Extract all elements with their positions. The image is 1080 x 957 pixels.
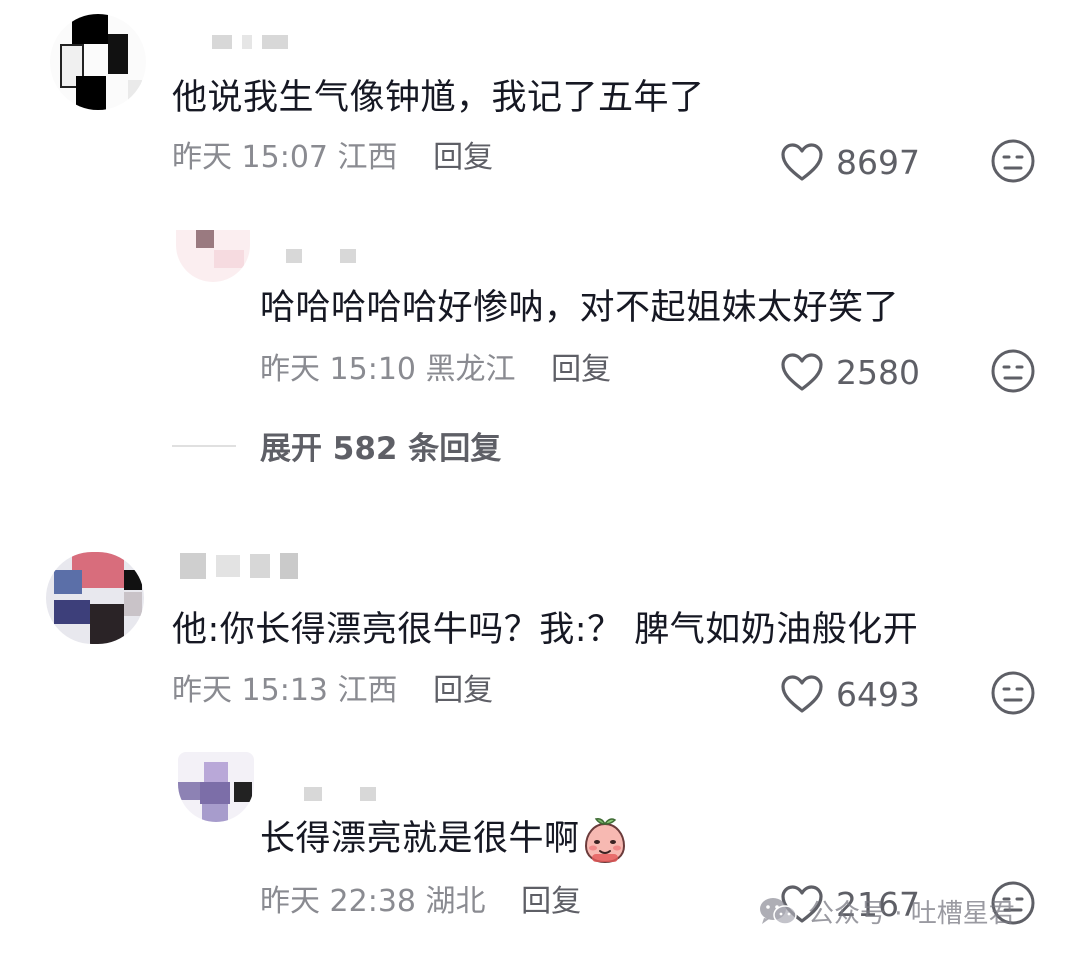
neutral-face-icon[interactable] [990, 348, 1036, 394]
wechat-icon [760, 897, 797, 925]
comment-time: 昨天 15:13 [172, 673, 328, 708]
comment-meta: 昨天 15:07 江西 回复 [172, 138, 493, 178]
like-count: 8697 [836, 142, 920, 182]
reply-button[interactable]: 回复 [433, 140, 493, 175]
expand-replies[interactable]: 展开 582 条回复 [172, 423, 501, 468]
like-count: 2580 [836, 352, 920, 392]
reply-button[interactable]: 回复 [551, 352, 611, 387]
expand-replies-label: 展开 582 条回复 [260, 431, 502, 467]
comment-text: 他:你长得漂亮很牛吗？我:？ 脾气如奶油般化开 [172, 610, 919, 650]
divider [172, 444, 236, 447]
avatar[interactable] [178, 752, 254, 822]
peach-sticker-icon [584, 818, 625, 864]
comment-meta: 昨天 15:13 江西 回复 [172, 671, 493, 711]
username-blurred[interactable] [304, 786, 376, 802]
heart-outline-icon [781, 353, 823, 391]
reply-button[interactable]: 回复 [433, 673, 493, 708]
heart-outline-icon [781, 675, 823, 713]
avatar[interactable] [176, 230, 250, 282]
comment-location: 江西 [337, 140, 398, 175]
reply-text: 哈哈哈哈哈好惨呐，对不起姐妹太好笑了 [260, 288, 900, 328]
heart-outline-icon [781, 143, 823, 181]
reply-button[interactable]: 回复 [521, 884, 581, 919]
reply-location: 湖北 [425, 884, 486, 919]
neutral-face-icon[interactable] [990, 670, 1036, 716]
reply-text: 长得漂亮就是很牛啊 [260, 816, 628, 864]
like-button[interactable]: 8697 [780, 140, 920, 184]
reply-location: 黑龙江 [425, 352, 516, 387]
username-blurred[interactable] [212, 34, 288, 50]
comment-location: 江西 [337, 673, 398, 708]
like-count: 6493 [836, 674, 920, 714]
reply-time: 昨天 22:38 [260, 884, 416, 919]
watermark-text: 公众号 · 吐槽星君 [808, 899, 1015, 929]
avatar[interactable] [46, 552, 144, 644]
username-blurred[interactable] [286, 248, 356, 264]
reply-text-content: 长得漂亮就是很牛啊 [260, 819, 580, 859]
reply-time: 昨天 15:10 [260, 352, 416, 387]
watermark: 公众号 · 吐槽星君 [758, 893, 1015, 930]
reply-meta: 昨天 22:38 湖北 回复 [260, 882, 581, 922]
avatar[interactable] [50, 14, 146, 110]
neutral-face-icon[interactable] [990, 138, 1036, 184]
comment-text: 他说我生气像钟馗，我记了五年了 [172, 78, 705, 118]
like-button[interactable]: 2580 [780, 350, 920, 394]
reply-meta: 昨天 15:10 黑龙江 回复 [260, 350, 611, 390]
username-blurred[interactable] [180, 553, 298, 579]
comment-time: 昨天 15:07 [172, 140, 328, 175]
like-button[interactable]: 6493 [780, 672, 920, 716]
